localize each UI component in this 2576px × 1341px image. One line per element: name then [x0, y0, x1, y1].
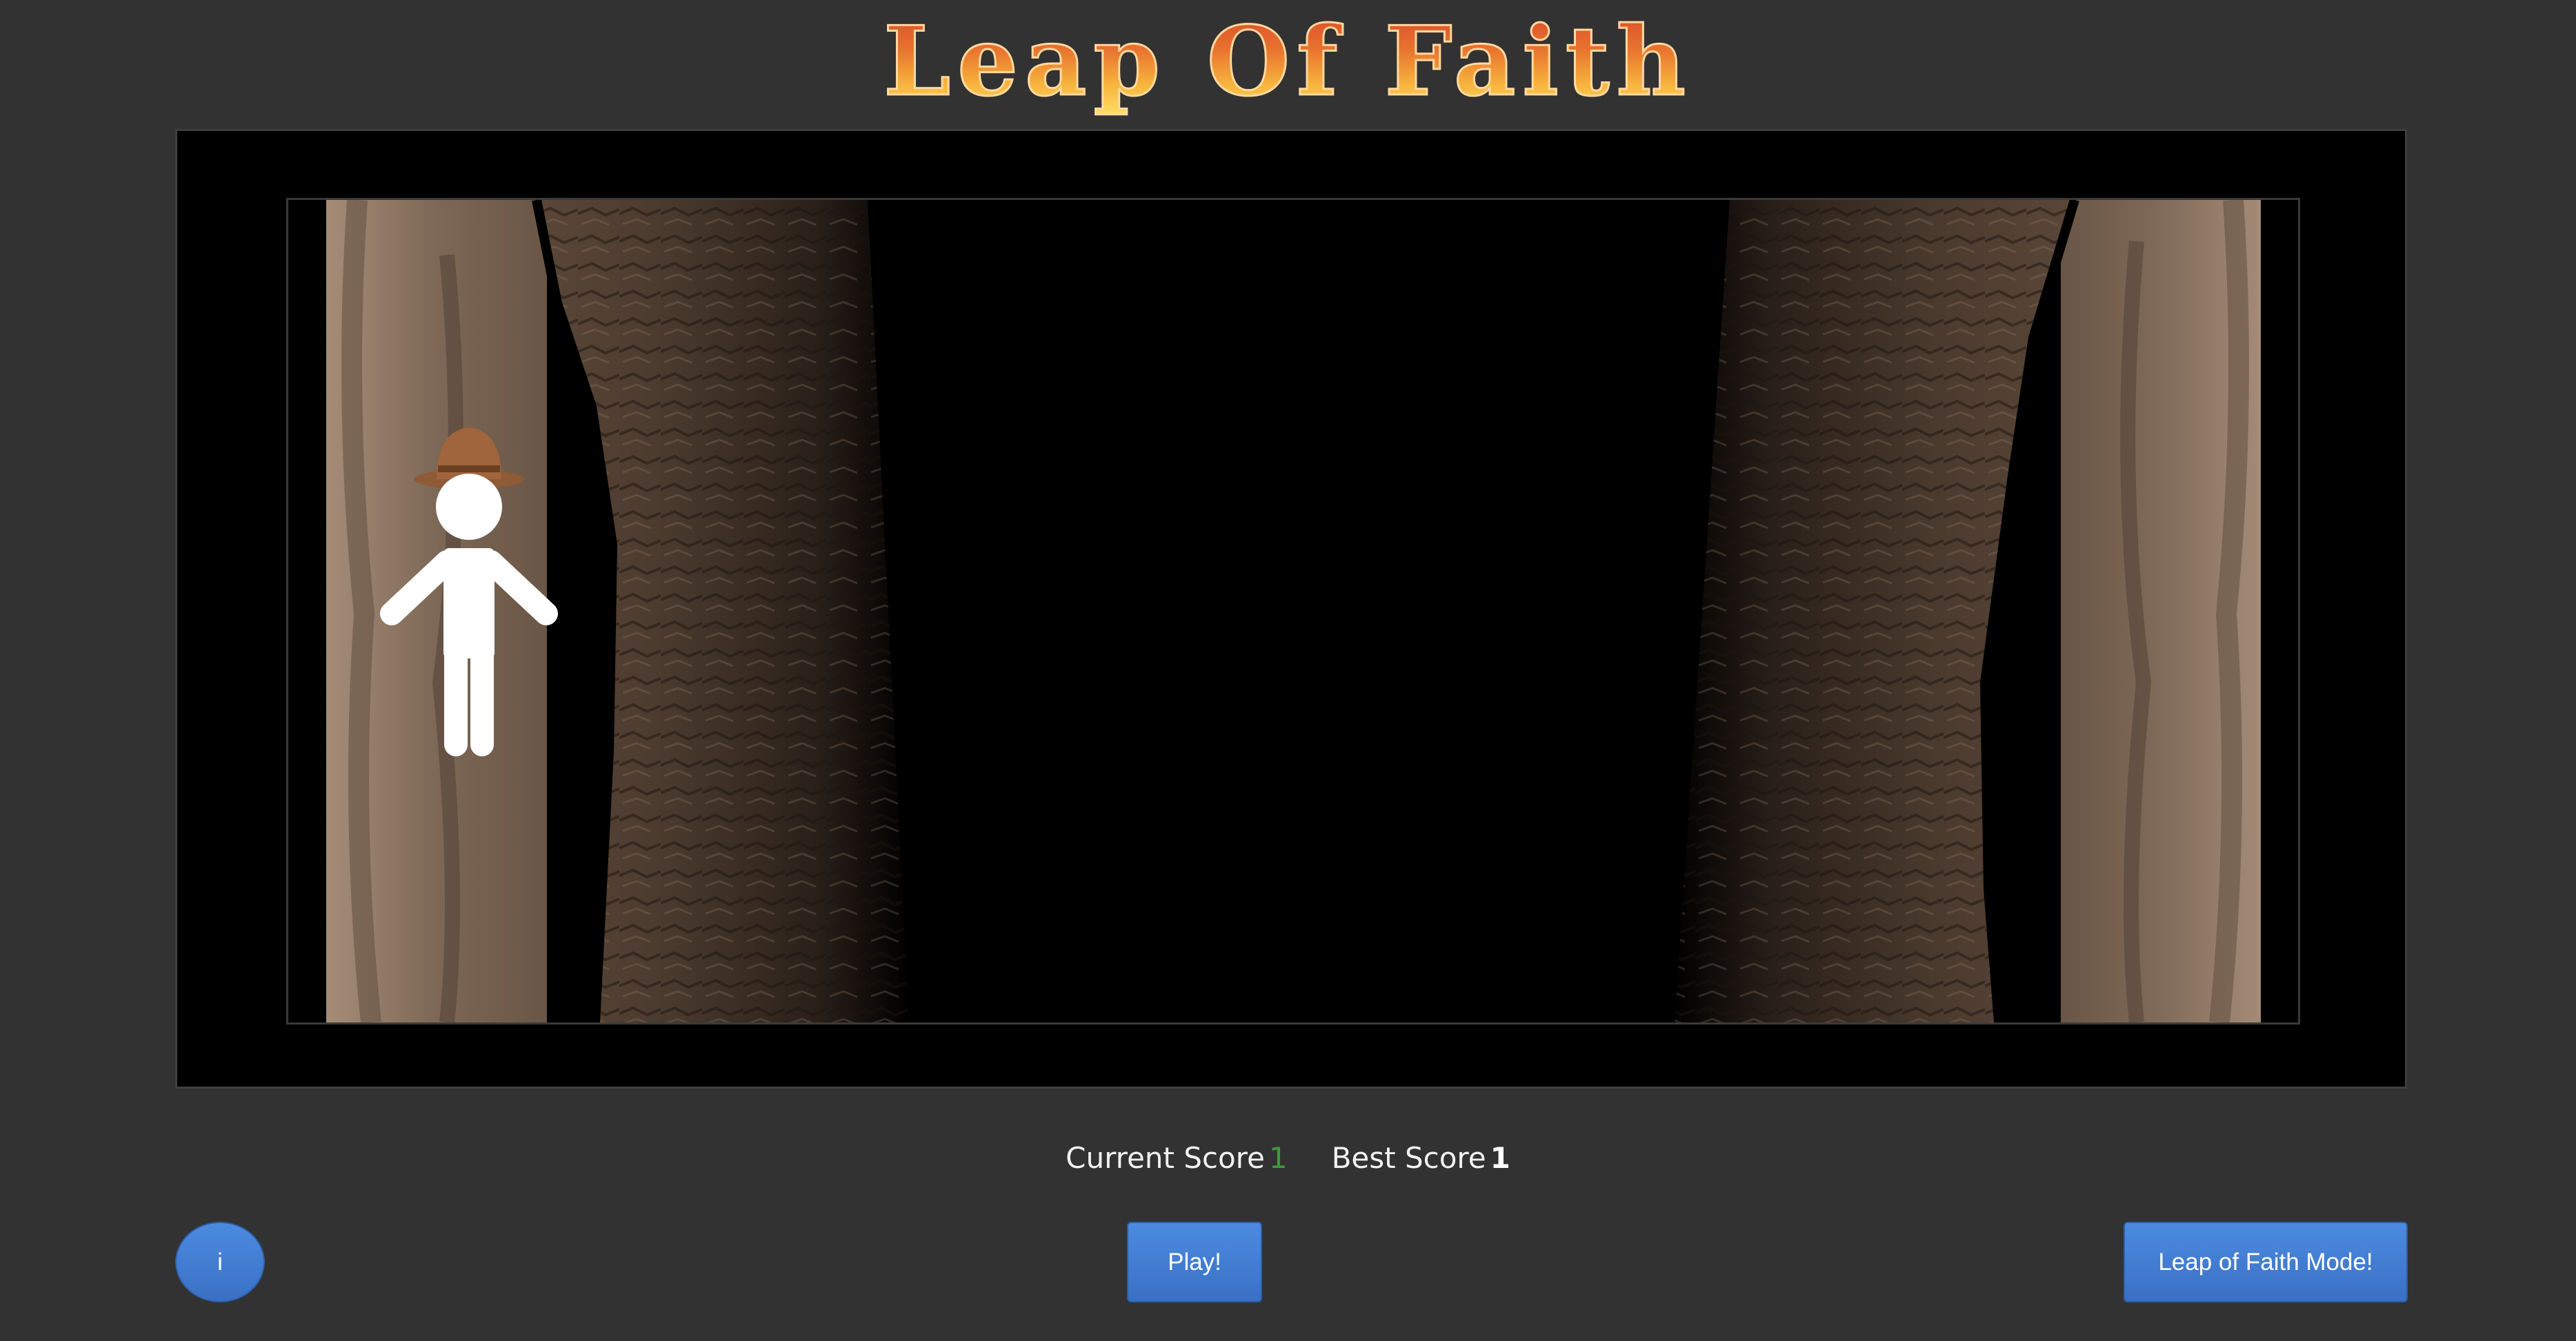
game-frame [175, 129, 2407, 1089]
score-bar: Current Score 1 Best Score 1 [0, 1131, 2576, 1186]
best-score-label: Best Score [1331, 1141, 1486, 1175]
leap-of-faith-mode-button[interactable]: Leap of Faith Mode! [2124, 1222, 2408, 1302]
game-canvas[interactable] [286, 198, 2300, 1025]
player-character [380, 427, 558, 756]
stick-figure-icon [380, 474, 558, 756]
current-score-label: Current Score [1066, 1141, 1265, 1175]
info-button[interactable]: i [175, 1222, 265, 1302]
page: Leap Of Faith Current Score 1 Best Score… [0, 0, 2576, 1341]
current-score-value: 1 [1268, 1141, 1288, 1175]
best-score-value: 1 [1490, 1141, 1510, 1175]
play-button[interactable]: Play! [1127, 1222, 1262, 1302]
game-title: Leap Of Faith [0, 3, 2576, 120]
